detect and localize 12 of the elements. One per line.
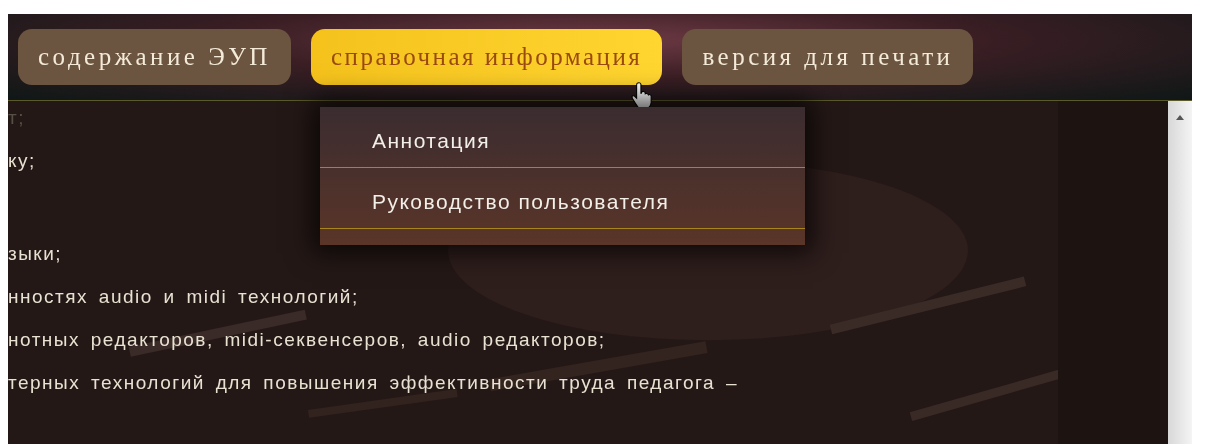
nav-tab[interactable]: версия для печати (682, 29, 974, 85)
nav-tab[interactable]: содержание ЭУП (18, 29, 291, 85)
nav-tab[interactable]: справочная информация (310, 29, 663, 85)
scrollbar[interactable] (1168, 101, 1192, 444)
hand-cursor-icon (630, 82, 653, 110)
text-line: ку; (8, 149, 36, 173)
text-line: нотных редакторов, midi-секвенсеров, audio редакторов; (8, 328, 606, 352)
text-line: зыки; (8, 242, 63, 266)
scroll-up-icon[interactable] (1176, 115, 1184, 120)
text-line: терных технологий для повышения эффективности труда педагога – (8, 371, 739, 395)
text-line: нностях audio и midi технологий; (8, 285, 359, 309)
text-line: т; (8, 106, 25, 130)
